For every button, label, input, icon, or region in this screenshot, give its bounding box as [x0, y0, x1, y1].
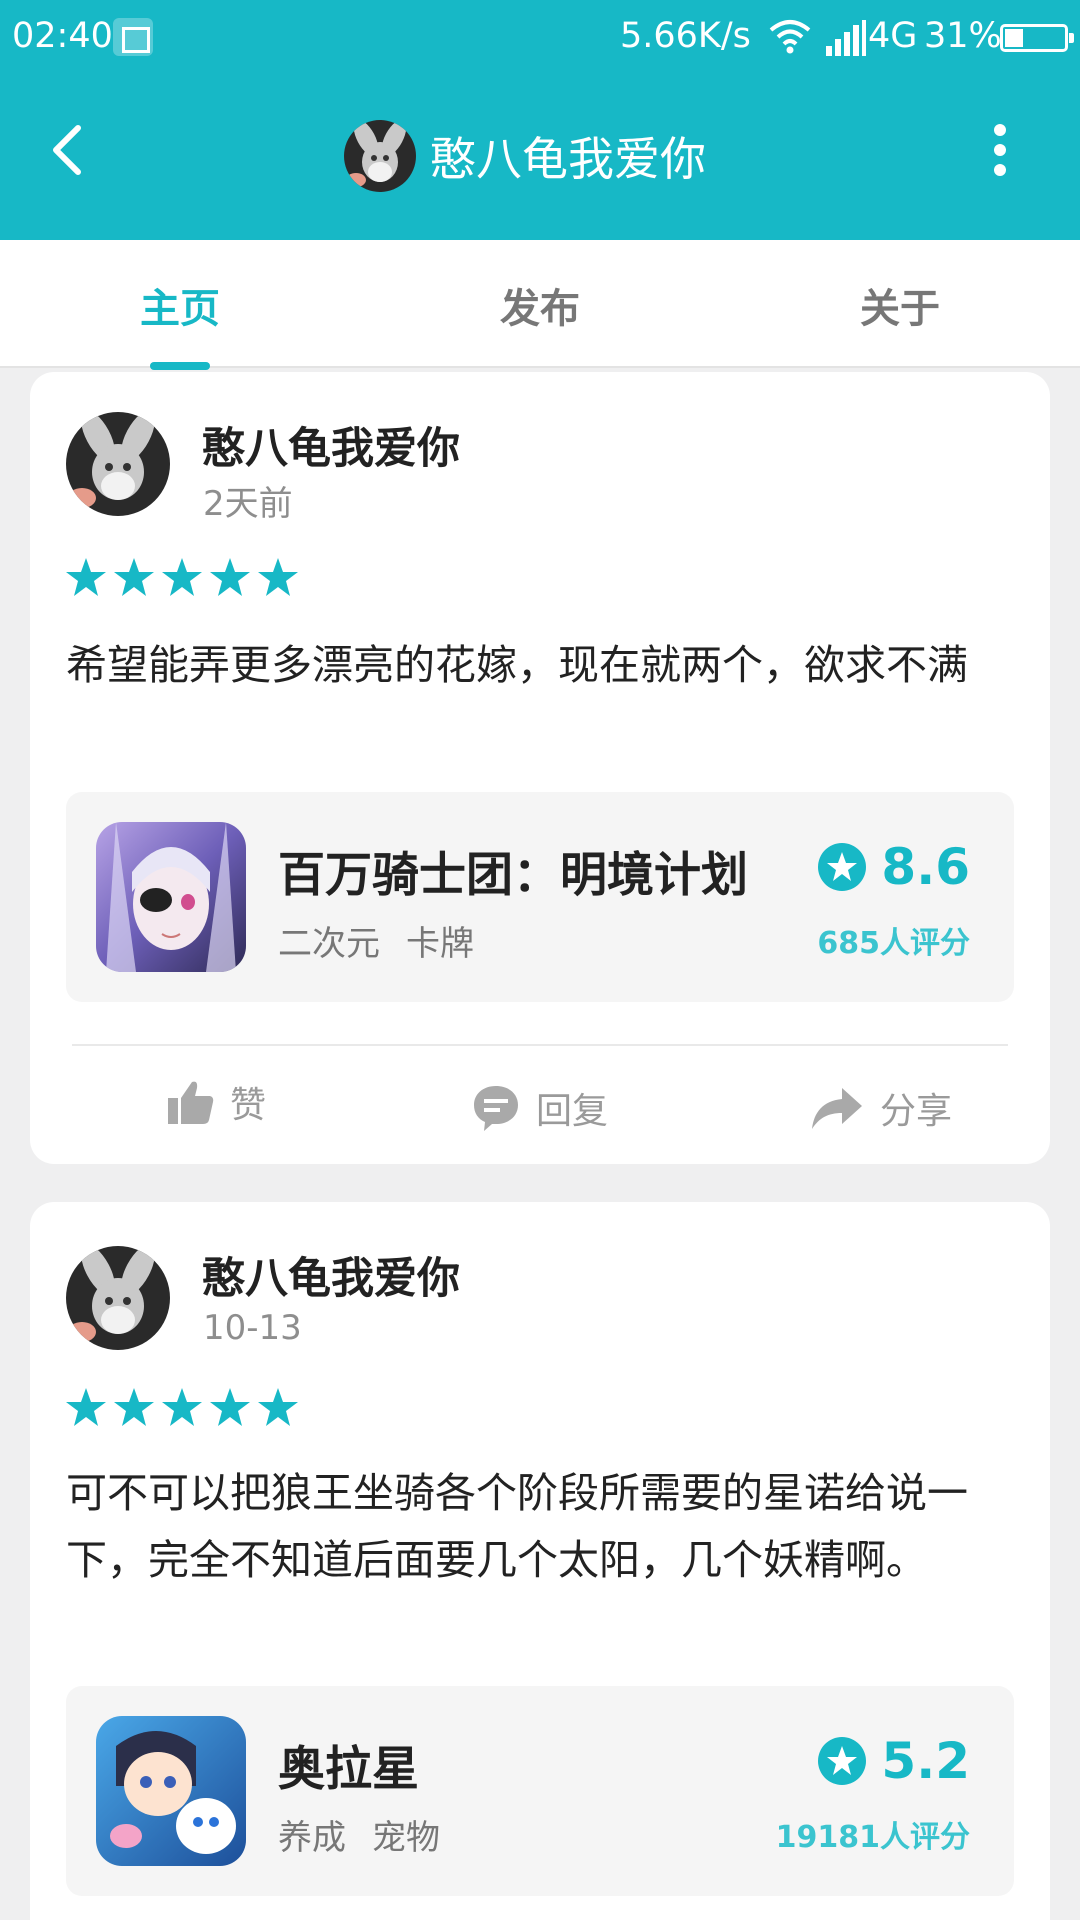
game-score: 5.2: [817, 1732, 970, 1790]
more-vertical-icon: [994, 124, 1006, 176]
tab-home[interactable]: 主页: [80, 276, 280, 334]
game-rating-count: 19181人评分: [775, 1820, 970, 1855]
battery-icon: [1000, 24, 1074, 52]
divider: [72, 1044, 1008, 1046]
game-card[interactable]: 百万骑士团：明境计划 二次元 卡牌 8.6 685人评分: [66, 792, 1014, 1002]
battery-percent: 31%: [924, 16, 1002, 56]
game-icon: [96, 1716, 246, 1866]
comment-icon: [474, 1086, 518, 1131]
app-bar-title: 憨八龟我爱你: [344, 118, 706, 194]
game-tag: 卡牌: [406, 924, 474, 964]
status-bar: 02:40 5.66K/s 4G 31%: [0, 0, 1080, 72]
game-icon: [96, 822, 246, 972]
thumbs-up-icon: [168, 1081, 214, 1124]
avatar[interactable]: [66, 412, 170, 516]
reply-button[interactable]: 回复: [472, 1082, 608, 1134]
game-tags: 二次元 卡牌: [278, 916, 474, 965]
tab-about[interactable]: 关于: [800, 276, 1000, 334]
rating-stars: [66, 558, 298, 596]
review-author[interactable]: 憨八龟我爱你: [202, 414, 460, 476]
battery-level: [1005, 29, 1023, 47]
review-time: 2天前: [203, 484, 293, 524]
tab-bar: 主页 发布 关于: [0, 240, 1080, 370]
game-score-value: 5.2: [881, 1732, 970, 1790]
share-label: 分享: [880, 1091, 953, 1132]
reply-label: 回复: [536, 1091, 609, 1132]
like-button[interactable]: 赞: [166, 1076, 266, 1128]
review-text: 可不可以把狼王坐骑各个阶段所需要的星诺给说一下，完全不知道后面要几个太阳，几个妖…: [66, 1469, 968, 1584]
more-button[interactable]: [978, 120, 1022, 180]
screenshot-icon: [113, 18, 153, 56]
game-name: 百万骑士团：明境计划: [278, 848, 748, 903]
tab-posts[interactable]: 发布: [440, 276, 640, 334]
star-badge-icon: [818, 1737, 867, 1785]
top-bar: 02:40 5.66K/s 4G 31% 憨八龟我爱你: [0, 0, 1080, 240]
tab-indicator: [150, 362, 210, 370]
network-speed: 5.66K/s: [620, 16, 751, 56]
star-badge-icon: [818, 843, 867, 891]
game-score-value: 8.6: [881, 838, 970, 896]
avatar[interactable]: [66, 1246, 170, 1350]
share-button[interactable]: 分享: [810, 1082, 952, 1134]
game-rating-count: 685人评分: [817, 926, 970, 961]
game-name: 奥拉星: [278, 1742, 419, 1797]
review-card[interactable]: 憨八龟我爱你 2天前 希望能弄更多漂亮的花嫁，现在就两个，欲求不满 百万骑士团：…: [30, 372, 1050, 1164]
game-card[interactable]: 奥拉星 养成 宠物 5.2 19181人评分: [66, 1686, 1014, 1896]
rating-stars: [66, 1388, 298, 1426]
review-author[interactable]: 憨八龟我爱你: [202, 1244, 460, 1306]
back-arrow-icon: [53, 125, 81, 175]
back-button[interactable]: [40, 120, 100, 180]
share-icon: [812, 1088, 862, 1129]
avatar[interactable]: [344, 120, 416, 192]
game-tag: 宠物: [372, 1818, 440, 1858]
app-bar: 憨八龟我爱你: [0, 72, 1080, 240]
status-time: 02:40: [12, 16, 113, 56]
game-score: 8.6: [817, 838, 970, 896]
review-card[interactable]: 憨八龟我爱你 10-13 可不可以把狼王坐骑各个阶段所需要的星诺给说一下，完全不…: [30, 1202, 1050, 1920]
game-tags: 养成 宠物: [278, 1810, 440, 1859]
game-tag: 养成: [278, 1818, 346, 1858]
network-type: 4G: [868, 16, 918, 56]
like-label: 赞: [230, 1085, 267, 1126]
review-time: 10-13: [203, 1308, 302, 1348]
review-text: 希望能弄更多漂亮的花嫁，现在就两个，欲求不满: [66, 641, 968, 689]
game-tag: 二次元: [278, 924, 380, 964]
signal-icon: [826, 20, 866, 56]
page-title: 憨八龟我爱你: [430, 132, 706, 186]
wifi-icon: [769, 20, 811, 54]
